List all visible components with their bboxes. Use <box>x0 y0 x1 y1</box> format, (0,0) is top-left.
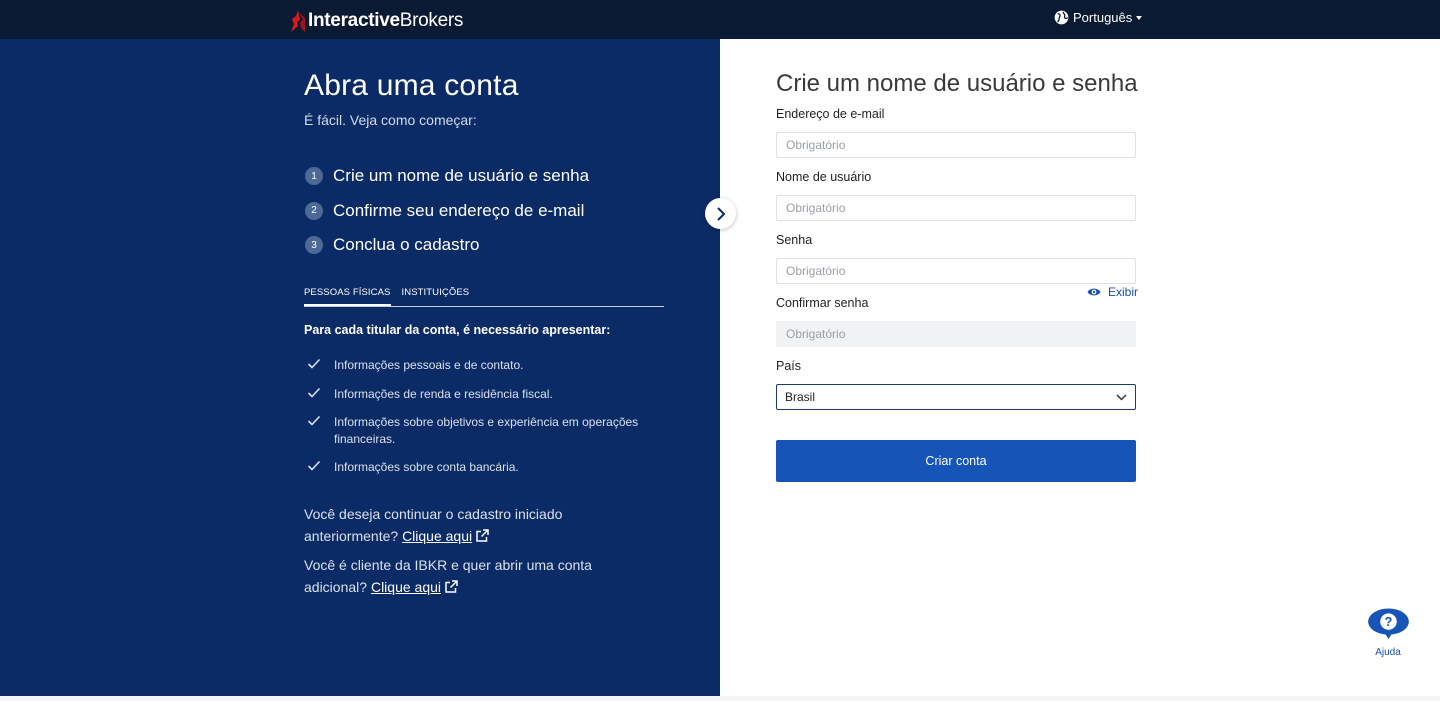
eye-icon <box>1087 288 1101 296</box>
requirement-text: Informações pessoais e de contato. <box>334 358 524 372</box>
continue-registration-text: Você deseja continuar o cadastro iniciad… <box>304 503 604 547</box>
logo-text: InteractiveBrokers <box>308 10 464 31</box>
logo-mark-icon <box>291 10 305 32</box>
chevron-right-icon <box>716 206 725 221</box>
account-type-tabs: PESSOAS FÍSICAS INSTITUIÇÕES <box>304 287 664 307</box>
checkmark-icon <box>307 358 321 369</box>
checkmark-icon <box>307 460 321 471</box>
help-widget[interactable]: ? Ajuda <box>1366 608 1410 658</box>
step-label: Conclua o cadastro <box>333 235 480 255</box>
steps-list: 1 Crie um nome de usuário e senha 2 Conf… <box>304 159 589 263</box>
left-info-panel: Abra uma conta É fácil. Veja como começa… <box>0 39 720 696</box>
password-label: Senha <box>776 233 813 247</box>
step-item: 2 Confirme seu endereço de e-mail <box>304 194 589 229</box>
show-password-label: Exibir <box>1108 285 1139 299</box>
interactive-brokers-logo[interactable]: InteractiveBrokers <box>291 8 463 34</box>
requirements-heading: Para cada titular da conta, é necessário… <box>304 323 611 337</box>
step-number-badge: 3 <box>305 236 323 255</box>
confirm-password-label: Confirmar senha <box>776 296 869 310</box>
page-subtitle: É fácil. Veja como começar: <box>304 112 477 128</box>
list-item: Informações sobre conta bancária. <box>304 459 664 476</box>
list-item: Informações pessoais e de contato. <box>304 357 664 374</box>
checkmark-icon <box>307 387 321 398</box>
list-item: Informações sobre objetivos e experiênci… <box>304 414 664 447</box>
country-select[interactable]: Brasil <box>776 384 1136 410</box>
password-field[interactable] <box>776 258 1136 284</box>
additional-account-link[interactable]: Clique aqui <box>371 579 458 595</box>
svg-text:?: ? <box>1384 615 1392 629</box>
country-value: Brasil <box>785 390 816 404</box>
step-label: Confirme seu endereço de e-mail <box>333 200 585 220</box>
tab-pessoas-fisicas[interactable]: PESSOAS FÍSICAS <box>304 287 391 306</box>
requirement-text: Informações sobre objetivos e experiênci… <box>334 415 639 446</box>
step-label: Crie um nome de usuário e senha <box>333 166 590 186</box>
tab-instituicoes[interactable]: INSTITUIÇÕES <box>402 287 470 306</box>
next-step-button[interactable] <box>705 198 736 229</box>
top-navigation-bar: InteractiveBrokers Português <box>0 0 1440 39</box>
form-title: Crie um nome de usuário e senha <box>776 70 1138 97</box>
language-selector[interactable]: Português <box>1054 10 1143 25</box>
chevron-down-icon <box>1136 15 1143 20</box>
show-password-toggle[interactable]: Exibir <box>1087 285 1138 299</box>
external-link-icon <box>476 529 489 542</box>
username-label: Nome de usuário <box>776 170 872 184</box>
email-label: Endereço de e-mail <box>776 107 885 121</box>
step-number-badge: 1 <box>305 167 323 186</box>
create-account-button[interactable]: Criar conta <box>776 440 1136 482</box>
help-label: Ajuda <box>1375 647 1401 658</box>
username-field[interactable] <box>776 195 1136 221</box>
continue-registration-link[interactable]: Clique aqui <box>402 528 489 544</box>
help-question-icon: ? <box>1367 608 1409 640</box>
checkmark-icon <box>307 415 321 426</box>
language-label: Português <box>1073 10 1133 25</box>
list-item: Informações de renda e residência fiscal… <box>304 386 664 403</box>
step-item: 3 Conclua o cadastro <box>304 228 589 263</box>
globe-icon <box>1054 10 1069 25</box>
step-item: 1 Crie um nome de usuário e senha <box>304 159 589 194</box>
step-number-badge: 2 <box>305 201 323 220</box>
requirements-list: Informações pessoais e de contato. Infor… <box>304 357 664 488</box>
page-title: Abra uma conta <box>304 69 519 102</box>
confirm-password-field[interactable] <box>776 321 1136 347</box>
external-link-icon <box>445 580 458 593</box>
requirement-text: Informações sobre conta bancária. <box>334 460 519 474</box>
chevron-down-icon <box>1116 393 1127 401</box>
email-field[interactable] <box>776 132 1136 158</box>
additional-account-text: Você é cliente da IBKR e quer abrir uma … <box>304 554 604 598</box>
bottom-strip <box>0 696 1440 701</box>
country-label: País <box>776 359 802 373</box>
requirement-text: Informações de renda e residência fiscal… <box>334 386 553 401</box>
